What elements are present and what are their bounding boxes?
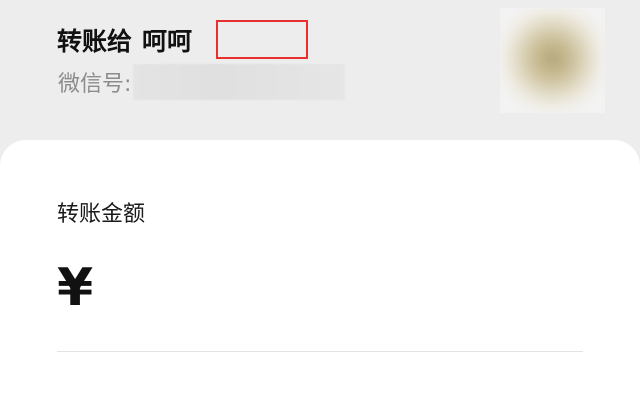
amount-input[interactable] — [103, 260, 504, 316]
wechat-id-line: 微信号: — [58, 64, 346, 100]
transfer-header: 转账给 呵呵 微信号: — [0, 0, 640, 140]
amount-label: 转账金额 — [57, 202, 146, 227]
amount-card: 转账金额 ¥ — [0, 140, 640, 400]
amount-divider — [57, 351, 583, 352]
amount-row[interactable]: ¥ — [57, 256, 504, 320]
recipient-avatar[interactable] — [500, 8, 605, 113]
wechat-id-label: 微信号: — [58, 72, 132, 97]
recipient-name: 呵呵 — [142, 27, 193, 56]
avatar-image — [500, 8, 605, 113]
wechat-id-blurred-value — [133, 64, 346, 100]
transfer-to-label: 转账给 — [57, 27, 133, 56]
yuan-currency-icon: ¥ — [57, 258, 94, 318]
redaction-outline — [216, 20, 308, 59]
recipient-line: 转账给 呵呵 — [57, 20, 192, 60]
